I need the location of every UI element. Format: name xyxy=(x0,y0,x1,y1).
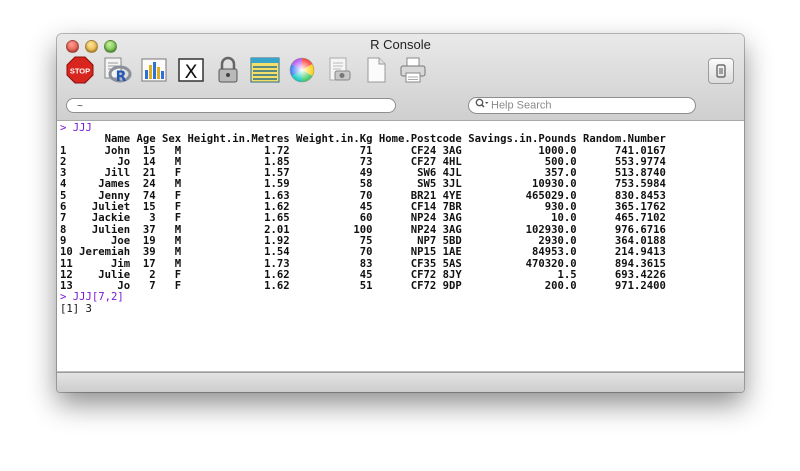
open-document-button[interactable] xyxy=(323,54,355,86)
svg-text:R: R xyxy=(116,69,127,85)
new-document-button[interactable] xyxy=(360,54,392,86)
print-button[interactable] xyxy=(397,54,429,86)
console-command: > JJJ[7,2] xyxy=(60,291,124,304)
data-editor-button[interactable] xyxy=(249,54,281,86)
console-result: [1] 3 xyxy=(60,302,92,315)
lock-icon xyxy=(218,56,238,83)
source-script-button[interactable]: R xyxy=(101,54,133,86)
color-wheel-icon xyxy=(289,57,315,83)
toolbar: STOP R X xyxy=(64,54,434,86)
search-icon xyxy=(475,98,489,113)
data-editor-icon xyxy=(250,57,280,83)
print-preview-icon xyxy=(329,57,351,81)
help-search-placeholder: Help Search xyxy=(491,99,552,112)
stop-icon: STOP xyxy=(66,56,94,84)
colors-button[interactable] xyxy=(286,54,318,86)
printer-icon xyxy=(400,57,426,83)
x11-label: X xyxy=(184,61,197,83)
stop-label: STOP xyxy=(70,67,90,76)
table-row: 10 Jeremiah 39 M 1.54 70 NP15 1AE 84953.… xyxy=(60,246,666,259)
x11-button[interactable]: X xyxy=(175,54,207,86)
status-bar xyxy=(57,373,744,392)
table-header: Name Age Sex Height.in.Metres Weight.in.… xyxy=(60,133,666,146)
toolbar-area: R Console STOP R X ~ Help Search xyxy=(57,34,744,121)
x11-icon: X xyxy=(178,58,204,83)
authentication-button[interactable] xyxy=(212,54,244,86)
bar-chart-icon xyxy=(141,58,167,82)
new-document-icon xyxy=(367,57,386,83)
working-directory-field[interactable]: ~ xyxy=(66,98,396,113)
r-source-icon: R xyxy=(104,57,132,85)
graphics-button[interactable] xyxy=(138,54,170,86)
stop-button[interactable]: STOP xyxy=(64,54,96,86)
r-console-window: R Console STOP R X ~ Help Search > JJJ N… xyxy=(57,34,744,392)
table-row: 13 Jo 7 F 1.62 51 CF72 9DP 200.0 971.240… xyxy=(60,280,666,293)
toolbar-toggle-button[interactable] xyxy=(708,58,734,84)
table-row: 7 Jackie 3 F 1.65 60 NP24 3AG 10.0 465.7… xyxy=(60,212,666,225)
console-output[interactable]: > JJJ Name Age Sex Height.in.Metres Weig… xyxy=(57,121,744,372)
help-search-input[interactable]: Help Search xyxy=(468,97,696,114)
toolbar-toggle-icon xyxy=(716,64,726,78)
window-title: R Console xyxy=(370,37,431,52)
